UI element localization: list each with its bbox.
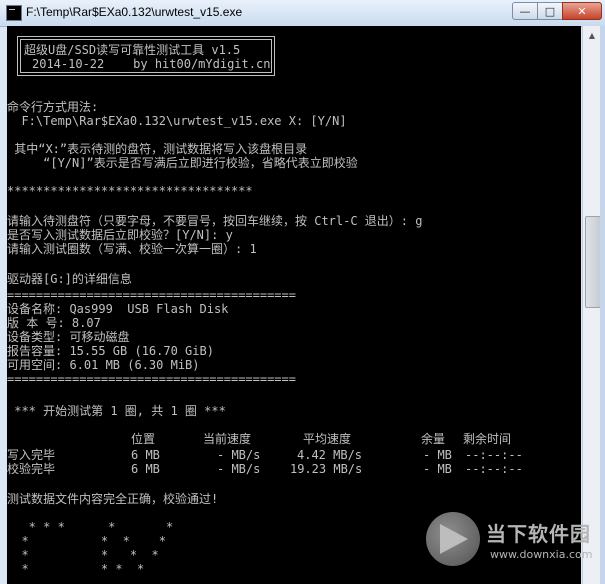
- free-space: 可用空间: 6.01 MB (6.30 MiB): [7, 358, 200, 372]
- console-app-icon: [6, 5, 22, 21]
- scroll-up-arrow-icon[interactable]: ▲: [584, 27, 600, 43]
- ascii-art-line-3: * * * *: [7, 548, 159, 562]
- drive-detail-title: 驱动器[G:]的详细信息: [7, 272, 132, 286]
- prompt-rounds: 请输入测试圈数（写满、校验一次算一圈）: 1: [7, 242, 257, 256]
- ascii-art-line-4: * * * *: [7, 562, 145, 576]
- col-header-current-speed: 当前速度: [203, 432, 252, 446]
- watermark-title: 当下软件园: [486, 522, 591, 546]
- usage-title: 命令行方式用法:: [7, 100, 99, 114]
- row-write-average-speed: 4.42 MB/s: [297, 448, 363, 462]
- row-write-remaining: - MB: [423, 448, 452, 462]
- col-header-average-speed: 平均速度: [303, 432, 352, 446]
- round-start: *** 开始测试第 1 圈, 共 1 圈 ***: [7, 404, 226, 418]
- col-header-remaining: 余量: [421, 432, 446, 446]
- separator-top: ========================================: [7, 288, 296, 302]
- star-separator: **********************************: [7, 184, 253, 198]
- banner-box: 超级U盘/SSD读写可靠性测试工具 v1.5 2014-10-22 by hit…: [17, 36, 275, 76]
- row-verify-remaining: - MB: [423, 462, 452, 476]
- banner-title: 超级U盘/SSD读写可靠性测试工具 v1.5: [24, 43, 241, 57]
- row-write-position: 6 MB: [131, 448, 160, 462]
- verify-result: 测试数据文件内容完全正确，校验通过!: [7, 492, 219, 506]
- row-verify-label: 校验完毕: [7, 462, 56, 476]
- scroll-thumb[interactable]: [585, 216, 601, 308]
- row-verify-position: 6 MB: [131, 462, 160, 476]
- row-verify-average-speed: 19.23 MB/s: [290, 462, 363, 476]
- reported-capacity: 报告容量: 15.55 GB (16.70 GiB): [7, 344, 214, 358]
- row-write-label: 写入完毕: [7, 448, 56, 462]
- maximize-button[interactable]: □: [537, 2, 563, 20]
- minimize-button[interactable]: —: [512, 2, 538, 20]
- watermark-logo-icon: [426, 512, 480, 566]
- title-bar[interactable]: F:\Temp\Rar$EXa0.132\urwtest_v15.exe — □…: [0, 0, 605, 27]
- console-window: F:\Temp\Rar$EXa0.132\urwtest_v15.exe — □…: [0, 0, 605, 584]
- banner-date-author: 2014-10-22 by hit00/mYdigit.cn: [32, 57, 271, 71]
- window-frame-right: [600, 26, 605, 584]
- usage-description-2: “[Y/N]”表示是否写满后立即进行校验，省略代表立即校验: [7, 156, 358, 170]
- prompt-drive: 请输入待测盘符（只要字母，不要冒号，按回车继续，按 Ctrl-C 退出）: g: [7, 214, 423, 228]
- ascii-art-line-1: * * * * *: [7, 520, 174, 534]
- row-write-current-speed: - MB/s: [217, 448, 261, 462]
- separator-bottom: ========================================: [7, 372, 296, 386]
- watermark-url: www.downxia.com: [490, 548, 593, 561]
- vertical-scrollbar[interactable]: ▲: [582, 26, 601, 584]
- row-verify-current-speed: - MB/s: [217, 462, 261, 476]
- prompt-verify: 是否写入测试数据后立即校验？[Y/N]: y: [7, 228, 233, 242]
- device-type: 设备类型: 可移动磁盘: [7, 330, 130, 344]
- firmware-version: 版 本 号: 8.07: [7, 316, 101, 330]
- row-verify-remaining-time: --:--:--: [465, 462, 523, 476]
- col-header-position: 位置: [131, 432, 156, 446]
- window-title: F:\Temp\Rar$EXa0.132\urwtest_v15.exe: [26, 5, 243, 19]
- close-button[interactable]: ✕: [562, 2, 602, 20]
- console-output[interactable]: 超级U盘/SSD读写可靠性测试工具 v1.5 2014-10-22 by hit…: [7, 26, 581, 584]
- usage-description-1: 其中“X:”表示待测的盘符，测试数据将写入该盘根目录: [7, 142, 308, 156]
- ascii-art-line-2: * * * *: [7, 534, 166, 548]
- usage-command: F:\Temp\Rar$EXa0.132\urwtest_v15.exe X: …: [7, 114, 347, 128]
- col-header-remaining-time: 剩余时间: [463, 432, 512, 446]
- row-write-remaining-time: --:--:--: [465, 448, 523, 462]
- device-name: 设备名称: Qas999 USB Flash Disk: [7, 302, 229, 316]
